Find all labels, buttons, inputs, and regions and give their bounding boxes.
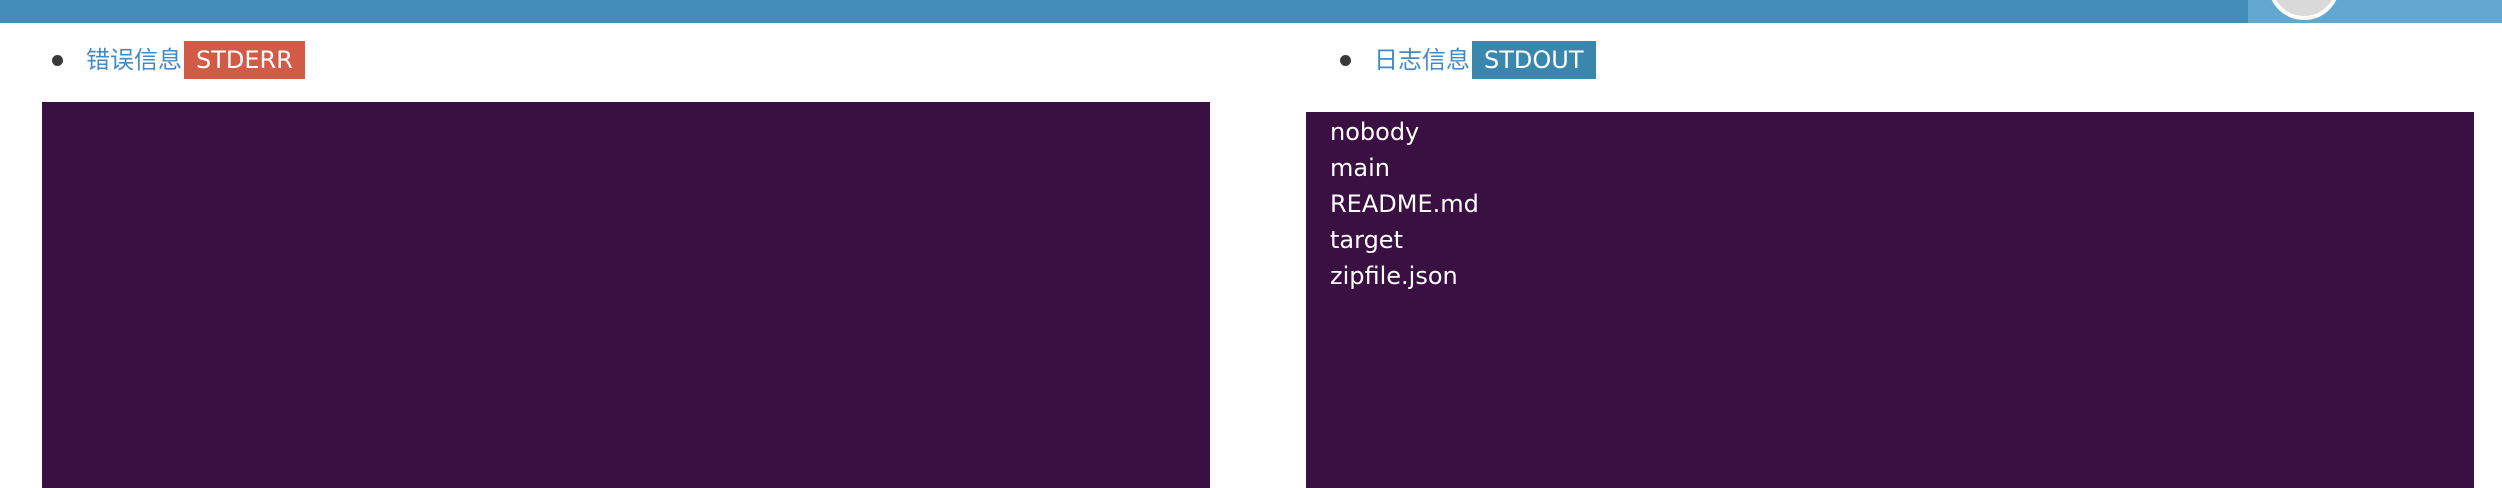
console-line: target — [1330, 226, 1403, 254]
console-line: main — [1330, 154, 1390, 182]
stderr-section-header: 错误信息 STDERR — [52, 38, 305, 82]
top-navbar — [0, 0, 2502, 23]
stdout-tab-link[interactable]: 日志信息 — [1374, 38, 1470, 82]
stdout-badge: STDOUT — [1472, 41, 1596, 79]
stderr-badge: STDERR — [184, 41, 305, 79]
avatar[interactable] — [2268, 0, 2340, 20]
stderr-tab-link[interactable]: 错误信息 — [86, 38, 182, 82]
console-line: nobody — [1330, 118, 1420, 146]
bullet-icon — [1340, 54, 1351, 66]
stdout-console[interactable]: nobody main README.md target zipfile.jso… — [1306, 112, 2474, 488]
stderr-console[interactable] — [42, 102, 1210, 488]
stdout-section-header: 日志信息 STDOUT — [1340, 38, 1596, 82]
console-line: README.md — [1330, 190, 1479, 218]
console-line: zipfile.json — [1330, 262, 1458, 290]
user-menu[interactable] — [2248, 0, 2502, 23]
bullet-icon — [52, 54, 63, 66]
